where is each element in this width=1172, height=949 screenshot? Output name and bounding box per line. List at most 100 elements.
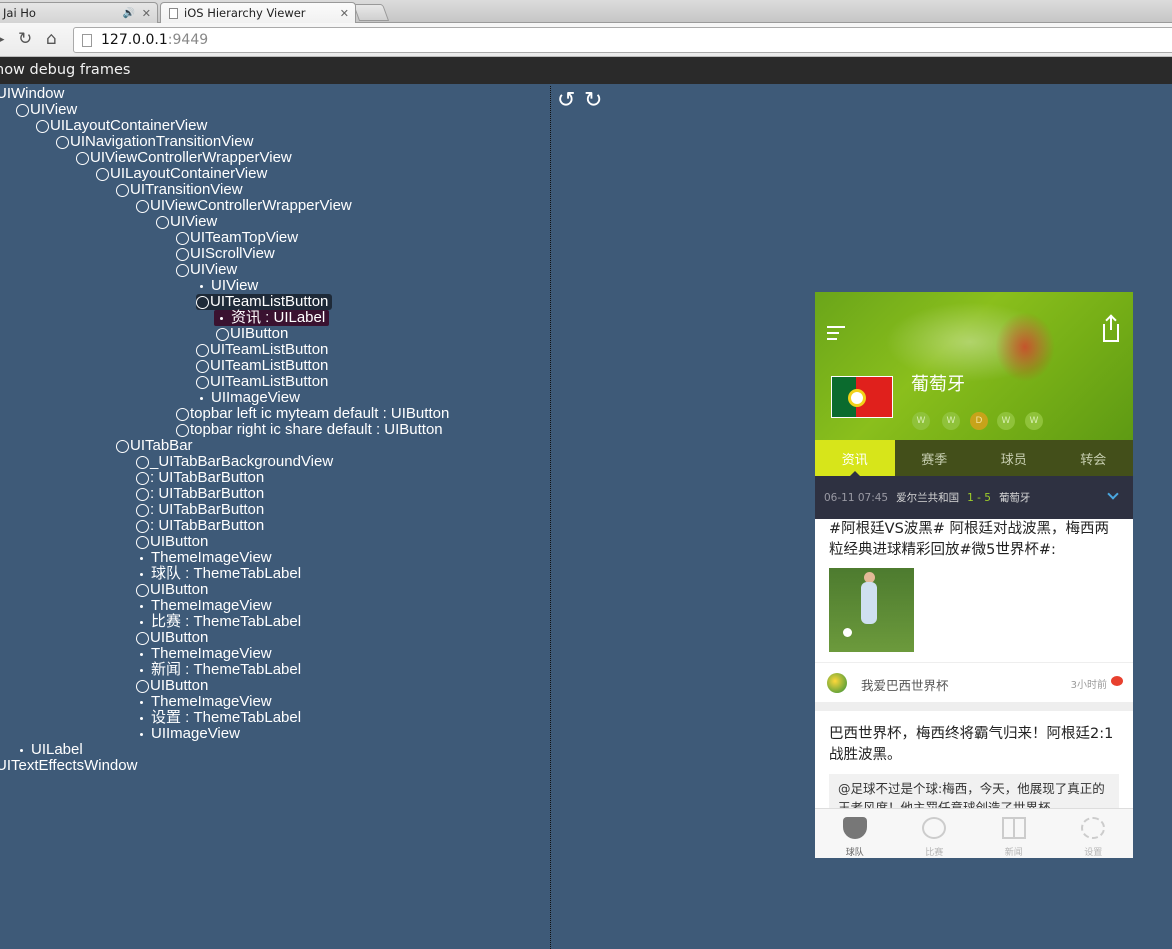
my-team-menu-icon[interactable] [827,326,845,342]
debug-frames-toggle[interactable]: how debug frames [0,57,1172,84]
expand-toggle-icon[interactable] [116,183,129,197]
rotate-right-icon[interactable]: ↻ [584,89,602,113]
tab-news[interactable]: 资讯 [815,440,895,476]
tree-node[interactable]: topbar right ic share default : UIButton [176,422,443,438]
browser-tab-hierarchy-viewer[interactable]: iOS Hierarchy Viewer ✕ [160,2,356,23]
post-image[interactable] [829,568,914,652]
expand-toggle-icon[interactable] [96,167,109,181]
rotate-left-icon[interactable]: ↺ [557,89,575,113]
close-tab-icon[interactable]: ✕ [340,7,349,20]
tree-node[interactable]: UIView [156,214,217,230]
tree-node[interactable]: UIScrollView [176,246,275,262]
browser-tab-jai-ho[interactable]: Jai Ho 🔊 ✕ [0,2,158,23]
expand-toggle-icon[interactable] [176,247,189,261]
tree-node[interactable]: UITabBar [116,438,193,454]
expand-toggle-icon[interactable] [196,343,209,357]
tree-node[interactable]: UIView [176,262,237,278]
share-icon[interactable] [1103,316,1119,342]
tab-players[interactable]: 球员 [974,440,1054,476]
new-tab-button[interactable] [352,4,390,21]
tree-node[interactable]: UIButton [216,326,288,342]
tree-node[interactable]: UIImageView [194,390,300,406]
forward-icon[interactable]: ▸ [0,29,5,49]
expand-toggle-icon[interactable] [156,215,169,229]
expand-toggle-icon[interactable] [136,679,149,693]
expand-toggle-icon[interactable] [136,631,149,645]
expand-toggle-icon[interactable] [196,359,209,373]
tree-node[interactable]: UITextEffectsWindow [0,758,137,774]
tree-node[interactable]: UIButton [136,582,208,598]
close-tab-icon[interactable]: ✕ [142,7,151,20]
tree-node[interactable]: UIButton [136,678,208,694]
tree-node[interactable]: UIViewControllerWrapperView [136,198,352,214]
tree-node[interactable]: UILabel [14,742,83,758]
expand-toggle-icon[interactable] [56,135,69,149]
tree-node[interactable]: _UITabBarBackgroundView [136,454,333,470]
tree-node[interactable]: UIButton [136,534,208,550]
tree-node[interactable]: UITeamListButton [196,358,328,374]
tree-node[interactable]: ThemeImageView [134,646,272,662]
expand-toggle-icon[interactable] [16,103,29,117]
expand-toggle-icon[interactable] [196,295,209,309]
tree-node[interactable]: UITeamListButton [196,294,333,310]
tree-node[interactable]: ThemeImageView [134,694,272,710]
expand-toggle-icon[interactable] [216,327,229,341]
tree-node[interactable]: 球队 : ThemeTabLabel [134,566,301,582]
expand-toggle-icon[interactable] [76,151,89,165]
tab-season[interactable]: 赛季 [895,440,975,476]
tree-node[interactable]: UIWindow [0,86,64,102]
home-icon[interactable]: ⌂ [46,29,57,49]
tree-node[interactable]: UITransitionView [116,182,243,198]
expand-toggle-icon[interactable] [136,199,149,213]
expand-toggle-icon[interactable] [176,407,189,421]
tree-node[interactable]: UIViewControllerWrapperView [76,150,292,166]
tree-node[interactable]: ThemeImageView [134,550,272,566]
expand-toggle-icon[interactable] [136,503,149,517]
tree-node[interactable]: ThemeImageView [134,598,272,614]
panel-divider[interactable] [550,86,551,949]
expand-toggle-icon[interactable] [196,375,209,389]
tree-node[interactable]: UILayoutContainerView [96,166,267,182]
expand-toggle-icon[interactable] [116,439,129,453]
tree-node[interactable]: UILayoutContainerView [36,118,207,134]
expand-toggle-icon[interactable] [136,455,149,469]
expand-toggle-icon[interactable] [136,519,149,533]
tree-node[interactable]: UIView [194,278,258,294]
post-source-row[interactable]: 我爱巴西世界杯 3小时前 [815,662,1133,702]
tree-node[interactable]: UITeamListButton [196,374,328,390]
tree-node[interactable]: : UITabBarButton [136,502,264,518]
expand-toggle-icon[interactable] [36,119,49,133]
expand-toggle-icon[interactable] [136,471,149,485]
leaf-bullet-icon [20,748,23,752]
tree-node[interactable]: 资讯 : UILabel [214,310,330,326]
tabbar-news[interactable]: 新闻 [974,809,1054,858]
expand-toggle-icon[interactable] [136,535,149,549]
match-bar[interactable]: 06-11 07:45 爱尔兰共和国 1 - 5 葡萄牙 [815,476,1133,519]
tree-node[interactable]: UIImageView [134,726,240,742]
tree-node[interactable]: : UITabBarButton [136,470,264,486]
tree-node[interactable]: : UITabBarButton [136,518,264,534]
expand-toggle-icon[interactable] [136,487,149,501]
tree-node[interactable]: UIButton [136,630,208,646]
tree-node[interactable]: : UITabBarButton [136,486,264,502]
tree-node[interactable]: UITeamTopView [176,230,298,246]
address-bar[interactable]: 127.0.0.1:9449 [73,27,1172,53]
tab-transfers[interactable]: 转会 [1054,440,1134,476]
tabbar-matches[interactable]: 比赛 [895,809,975,858]
expand-toggle-icon[interactable] [176,423,189,437]
chevron-down-icon[interactable] [1107,488,1119,500]
tree-node[interactable]: UIView [16,102,77,118]
expand-toggle-icon[interactable] [136,583,149,597]
tabbar-settings[interactable]: 设置 [1054,809,1134,858]
tree-node[interactable]: 设置 : ThemeTabLabel [134,710,301,726]
speaker-icon[interactable]: 🔊 [123,8,135,19]
tree-node[interactable]: UINavigationTransitionView [56,134,253,150]
expand-toggle-icon[interactable] [176,231,189,245]
tree-node[interactable]: topbar left ic myteam default : UIButton [176,406,449,422]
tree-node[interactable]: 新闻 : ThemeTabLabel [134,662,301,678]
tree-node[interactable]: UITeamListButton [196,342,328,358]
reload-icon[interactable]: ↻ [18,29,32,49]
tabbar-team[interactable]: 球队 [815,809,895,858]
tree-node[interactable]: 比赛 : ThemeTabLabel [134,614,301,630]
expand-toggle-icon[interactable] [176,263,189,277]
